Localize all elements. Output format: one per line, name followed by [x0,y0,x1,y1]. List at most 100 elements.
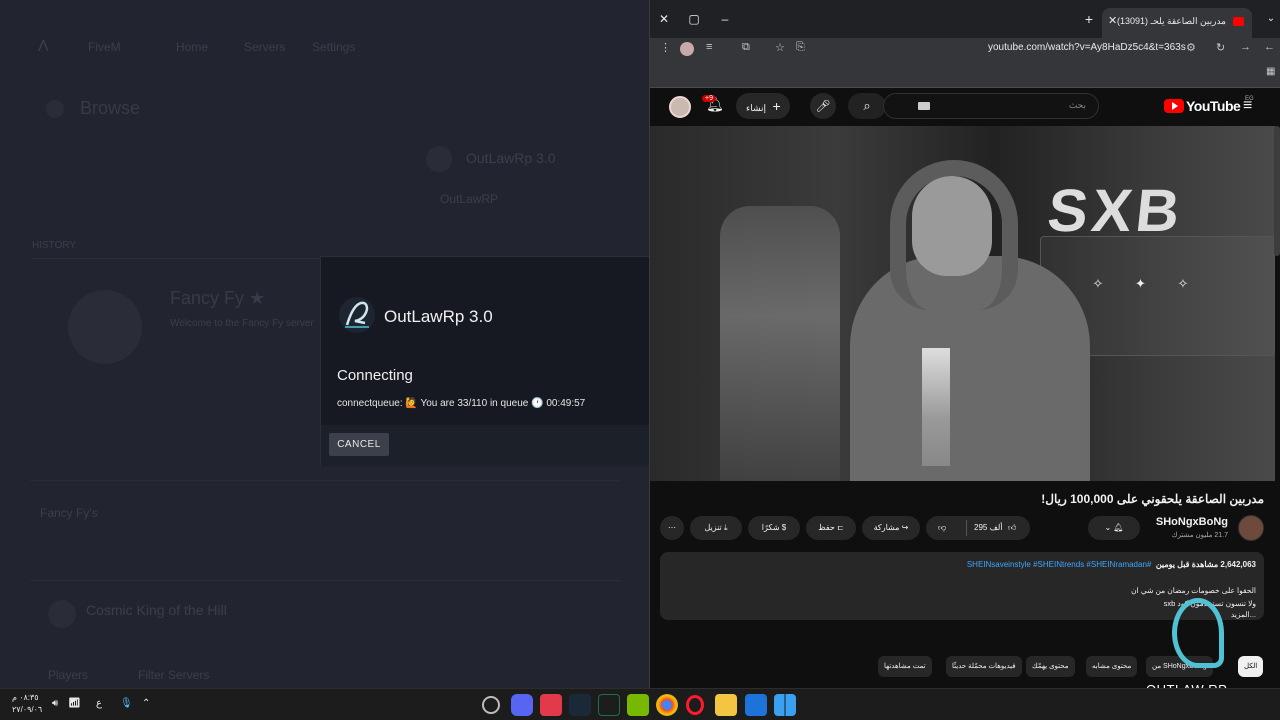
file-explorer-icon[interactable] [715,694,737,716]
taskbar: ٠٨:٣٥ م ٢٧/٠٩/٠٦ 🔊︎ 📶︎ ع 🎙︎ ⌃ [0,688,1280,720]
volume-icon[interactable]: 🔊︎ [52,698,58,709]
toolbar: ⋮ ≡ ⧉ ☆ ⎘ youtube.com/watch?v=Ay8HaDz5c4… [650,38,1280,60]
media-icon[interactable]: ≡ [706,41,712,53]
nav-settings[interactable]: Settings [312,40,355,54]
steam-icon[interactable] [569,694,591,716]
outlaw-logo-icon [1172,598,1224,668]
clock-date[interactable]: ٢٧/٠٩/٠٦ [12,705,42,714]
bookmark-star-icon[interactable]: ☆ [775,41,785,54]
like-icon[interactable]: 👍︎ [1008,516,1016,540]
extensions-icon[interactable]: ⧉ [742,41,750,54]
tab-youtube[interactable]: ✕ (13091) مدربين الصاعقة يلحـ [1102,8,1252,38]
nav-home[interactable]: Home [176,40,208,54]
windows-start-icon[interactable] [774,694,796,716]
footer-left[interactable]: Players [48,668,88,682]
discord-icon[interactable] [511,694,533,716]
video-title: مدربين الصاعقة يلحقوني على 100,000 ريال! [1041,492,1264,506]
subscriber-count: 21.7 مليون مشترك [1171,532,1228,539]
scrollbar[interactable] [1274,126,1280,256]
chip-related[interactable]: محتوى مشابه [1086,656,1138,677]
create-button[interactable]: إنشاء + [736,93,790,119]
throne [720,206,840,481]
search-input[interactable]: بحث [883,93,1099,119]
youtube-play-icon [1164,99,1184,113]
more-actions-icon[interactable]: ⋯ [660,516,684,540]
server2-name[interactable]: Fancy Fy's [40,506,98,520]
back-icon[interactable]: ← [1264,41,1275,53]
youtube-logo[interactable]: YouTube [1164,98,1241,114]
xbox-app-icon[interactable] [598,694,620,716]
desc-tags[interactable]: #SHEINsaveinstyle #SHEINtrends #SHEINram… [967,560,1152,569]
chip-recent[interactable]: فيديوهات محمّلة حديثًا [946,656,1022,677]
minimize-icon[interactable]: – [717,11,733,27]
server1-name[interactable]: Fancy Fy ★ [170,288,265,309]
chip-watched[interactable]: تمت مشاهدتها [878,656,932,677]
tab-bar: ✕ ▢ – + ✕ (13091) مدربين الصاعقة يلحـ ⌄ [650,0,1280,38]
download-label: تنزيل [704,523,722,532]
nvidia-icon[interactable] [627,694,649,716]
address-bar[interactable]: youtube.com/watch?v=Ay8HaDz5c4&t=363s [988,42,1186,53]
maximize-icon[interactable]: ▢ [686,11,702,27]
chip-for-you[interactable]: محتوى يهمّك [1026,656,1075,677]
profile-icon[interactable] [680,42,694,56]
keyboard-icon[interactable] [918,102,930,110]
like-count[interactable]: 295 ألف [974,516,1003,540]
nav-servers[interactable]: Servers [244,40,285,54]
microphone-icon[interactable]: 🎙︎ [120,698,133,709]
channel-name[interactable]: SHoNgxBoNg [1156,516,1228,528]
featured-server-name[interactable]: OutLawRp 3.0 [466,150,556,166]
wifi-icon[interactable]: 📶︎ [68,698,81,709]
person-head [912,176,992,276]
avatar[interactable] [669,96,691,118]
forward-icon[interactable]: → [1240,41,1251,53]
apps-grid-icon[interactable]: ▦ [1266,66,1275,77]
clock-time[interactable]: ٠٨:٣٥ م [12,693,39,702]
desc-line2: الحقوا على خصومات رمضان من شي ان [1131,586,1256,595]
voice-search-icon[interactable]: 🎤︎ [810,93,836,119]
thanks-button[interactable]: شكرًا $ [748,516,800,540]
thanks-icon: $ [781,523,787,532]
bell-icon: 🔔︎ [1113,523,1124,532]
menu-dots-icon[interactable]: ⋮ [660,41,671,54]
language-indicator[interactable]: ع [96,698,102,709]
share-button[interactable]: مشاركة ↪ [862,516,920,540]
opera-icon[interactable] [686,695,704,715]
plus-icon: + [772,98,781,114]
server1-sub: Welcome to the Fancy Fy server [170,318,314,329]
subscribed-button[interactable]: ⌄ 🔔︎ [1088,516,1140,540]
site-settings-icon[interactable]: ⚙ [1186,41,1196,54]
hamburger-menu-icon[interactable]: ≡ [1243,97,1252,115]
tray-overflow-icon[interactable]: ⌃ [142,698,150,709]
channel-avatar[interactable] [1238,515,1264,541]
close-window-icon[interactable]: ✕ [656,11,672,27]
reload-icon[interactable]: ↻ [1216,41,1225,54]
cancel-button[interactable]: CANCEL [329,433,389,456]
youtube-header: 🔔︎ +9 إنشاء + 🎤︎ ⌕ بحث YouTube EG ≡ [650,88,1280,126]
history-label: HISTORY [32,240,77,251]
download-icon: ⤓ [724,523,728,532]
bookmarks-bar: ▦ [650,60,1280,88]
download-button[interactable]: تنزيل ⤓ [690,516,742,540]
clock-app-icon[interactable] [482,696,500,714]
featured-server-logo [426,146,452,172]
queue-message: connectqueue: 🙋 You are 33/110 in queue … [337,398,586,409]
cast-icon[interactable]: ⎘ [796,41,805,54]
search-icon[interactable]: ⌕ [848,93,886,119]
server3-icon [48,600,76,628]
close-tab-icon[interactable]: ✕ [1108,14,1117,27]
chrome-icon[interactable] [656,694,678,716]
dialog-title: OutLawRp 3.0 [384,307,493,326]
server3-name[interactable]: Cosmic King of the Hill [86,602,227,618]
store-icon[interactable] [745,694,767,716]
desc-stats: 2,642,063 مشاهدة قبل يومين #SHEINsaveins… [967,560,1256,569]
notification-badge: +9 [702,95,716,102]
back-icon[interactable] [46,100,64,118]
footer-right[interactable]: Filter Servers [138,668,209,682]
fivem-logo-icon: Λ [38,38,49,55]
fivem-icon[interactable] [540,694,562,716]
new-tab-icon[interactable]: + [1081,11,1097,27]
tab-search-icon[interactable]: ⌄ [1263,11,1279,27]
save-button[interactable]: حفظ ⊏ [806,516,856,540]
dislike-icon[interactable]: 👎︎ [938,516,946,540]
video-player[interactable]: SXB ✦ ✧ ✦ ✧ [650,126,1275,481]
